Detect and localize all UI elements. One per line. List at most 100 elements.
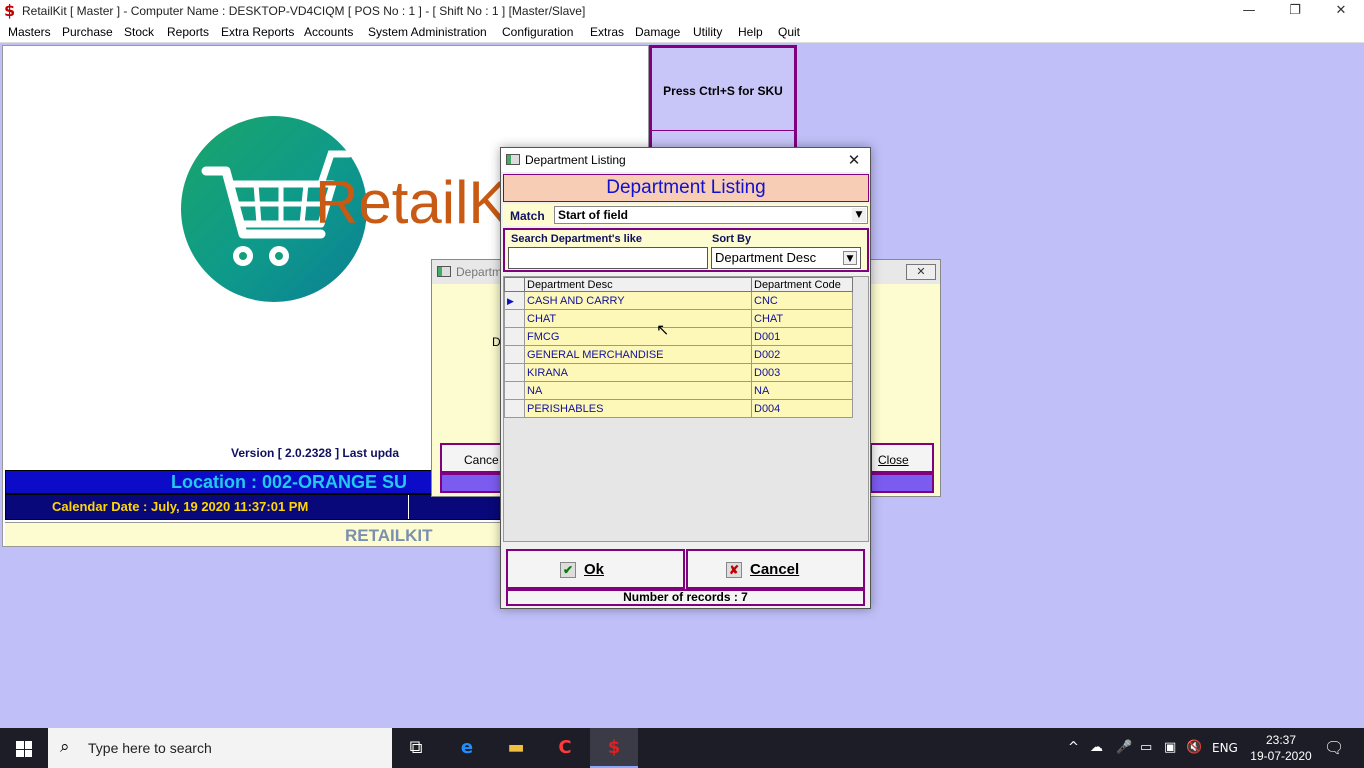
menu-stock[interactable]: Stock xyxy=(124,25,154,39)
sort-label: Sort By xyxy=(712,233,752,245)
row-selector[interactable] xyxy=(504,381,525,400)
search-label: Search Department's like xyxy=(511,233,643,245)
window-icon xyxy=(506,154,520,165)
volume-muted-icon[interactable]: 🔇 xyxy=(1186,728,1202,768)
location-text: Location : 002-ORANGE SU xyxy=(171,472,408,492)
menu-accounts[interactable]: Accounts xyxy=(304,25,353,39)
column-header-code[interactable]: Department Code xyxy=(751,277,853,292)
cell-code[interactable]: D003 xyxy=(751,363,853,382)
table-row[interactable]: CHAT CHAT xyxy=(504,309,853,328)
camtasia-icon[interactable]: C xyxy=(541,728,589,768)
menu-bar: Masters Purchase Stock Reports Extra Rep… xyxy=(0,23,1364,43)
retailkit-taskbar-icon[interactable]: $ xyxy=(590,728,638,768)
table-row[interactable]: KIRANA D003 xyxy=(504,363,853,382)
match-row: Match Start of field ▼ xyxy=(503,204,869,226)
menu-purchase[interactable]: Purchase xyxy=(62,25,113,39)
menu-extra-reports[interactable]: Extra Reports xyxy=(221,25,294,39)
row-selector[interactable]: ▶ xyxy=(504,291,525,310)
language-indicator[interactable]: ENG xyxy=(1212,728,1238,768)
row-selector[interactable] xyxy=(504,309,525,328)
dialog-title: Department Listing xyxy=(525,153,626,167)
version-text: Version [ 2.0.2328 ] Last upda xyxy=(231,446,400,460)
search-area: Search Department's like Sort By Departm… xyxy=(503,228,869,272)
cell-desc[interactable]: GENERAL MERCHANDISE xyxy=(524,345,752,364)
row-selector[interactable] xyxy=(504,327,525,346)
cell-code[interactable]: D002 xyxy=(751,345,853,364)
menu-extras[interactable]: Extras xyxy=(590,25,624,39)
cancel-button[interactable]: ✘ Cancel xyxy=(686,549,865,589)
cell-desc[interactable]: NA xyxy=(524,381,752,400)
cell-code[interactable]: NA xyxy=(751,381,853,400)
menu-utility[interactable]: Utility xyxy=(693,25,722,39)
department-table: Department Desc Department Code ▶ CASH A… xyxy=(504,277,853,418)
cell-desc[interactable]: KIRANA xyxy=(524,363,752,382)
sku-button[interactable]: Press Ctrl+S for SKU xyxy=(649,45,797,133)
restore-button[interactable]: ❐ xyxy=(1272,0,1318,23)
taskbar-clock[interactable]: 23:37 19-07-2020 xyxy=(1246,732,1316,764)
background-close-button[interactable]: Close xyxy=(870,443,934,473)
department-grid: Department Desc Department Code ▶ CASH A… xyxy=(503,276,869,542)
table-row[interactable]: PERISHABLES D004 xyxy=(504,399,853,418)
cell-code[interactable]: D004 xyxy=(751,399,853,418)
match-label: Match xyxy=(510,209,545,223)
row-pointer-icon: ▶ xyxy=(507,295,514,306)
menu-masters[interactable]: Masters xyxy=(8,25,51,39)
cell-desc[interactable]: CHAT xyxy=(524,309,752,328)
dialog-close-icon[interactable]: ✕ xyxy=(841,150,867,170)
ok-button[interactable]: ✔ Ok xyxy=(506,549,685,589)
cell-code[interactable]: D001 xyxy=(751,327,853,346)
clock-time: 23:37 xyxy=(1265,733,1297,747)
table-row[interactable]: ▶ CASH AND CARRY CNC xyxy=(504,291,853,310)
cell-desc[interactable]: FMCG xyxy=(524,327,752,346)
cell-code[interactable]: CHAT xyxy=(751,309,853,328)
menu-reports[interactable]: Reports xyxy=(167,25,209,39)
menu-damage[interactable]: Damage xyxy=(635,25,680,39)
tray-chevron-up-icon[interactable]: ^ xyxy=(1068,728,1079,768)
minimize-button[interactable]: — xyxy=(1226,0,1272,23)
notification-icon[interactable]: 🗨 xyxy=(1324,728,1344,768)
dialog-titlebar: Department Listing ✕ xyxy=(501,148,870,172)
file-explorer-icon[interactable]: ▬ xyxy=(492,728,540,768)
calendar-date: Calendar Date : July, 19 2020 11:37:01 P… xyxy=(52,499,309,514)
table-row[interactable]: FMCG D001 xyxy=(504,327,853,346)
menu-help[interactable]: Help xyxy=(738,25,763,39)
logo-text: RetailK xyxy=(315,169,509,236)
sku-button-label: Press Ctrl+S for SKU xyxy=(663,84,783,98)
checkmark-icon: ✔ xyxy=(560,562,576,579)
taskbar: ⌕ Type here to search ⧉ e ▬ C $ ^ ☁ 🎤 ▭ … xyxy=(0,728,1364,768)
row-selector[interactable] xyxy=(504,363,525,382)
menu-quit[interactable]: Quit xyxy=(778,25,800,39)
cell-desc[interactable]: CASH AND CARRY xyxy=(524,291,752,310)
close-window-button[interactable]: ✕ xyxy=(1318,0,1364,23)
table-row[interactable]: NA NA xyxy=(504,381,853,400)
sort-select[interactable]: Department Desc ▼ xyxy=(711,247,861,269)
ok-button-label: Ok xyxy=(584,561,605,578)
window-title: RetailKit [ Master ] - Computer Name : D… xyxy=(22,4,586,18)
cell-code[interactable]: CNC xyxy=(751,291,853,310)
row-selector[interactable] xyxy=(504,399,525,418)
row-selector[interactable] xyxy=(504,345,525,364)
chevron-down-icon[interactable]: ▼ xyxy=(852,208,866,222)
menu-configuration[interactable]: Configuration xyxy=(502,25,573,39)
window-icon xyxy=(437,266,451,277)
edge-browser-icon[interactable]: e xyxy=(443,728,491,768)
battery-icon[interactable]: ▭ xyxy=(1140,728,1152,768)
microphone-icon[interactable]: 🎤 xyxy=(1116,728,1132,768)
column-header-desc[interactable]: Department Desc xyxy=(524,277,752,292)
network-icon[interactable]: ▣ xyxy=(1164,728,1176,768)
chevron-down-icon[interactable]: ▼ xyxy=(843,251,857,265)
search-input[interactable] xyxy=(508,247,708,269)
department-listing-dialog: Department Listing ✕ Department Listing … xyxy=(500,147,871,609)
task-view-icon[interactable]: ⧉ xyxy=(392,728,440,768)
match-select[interactable]: Start of field ▼ xyxy=(554,206,868,224)
background-dialog-close-icon[interactable]: ✕ xyxy=(906,264,936,280)
table-row[interactable]: GENERAL MERCHANDISE D002 xyxy=(504,345,853,364)
menu-system-administration[interactable]: System Administration xyxy=(368,25,487,39)
taskbar-search[interactable]: ⌕ Type here to search xyxy=(48,728,392,768)
cross-icon: ✘ xyxy=(726,562,742,579)
cell-desc[interactable]: PERISHABLES xyxy=(524,399,752,418)
cancel-button-label: Cancel xyxy=(750,561,800,578)
onedrive-cloud-icon[interactable]: ☁ xyxy=(1090,728,1103,768)
start-button[interactable] xyxy=(0,728,48,768)
dialog-header-text: Department Listing xyxy=(606,177,766,198)
